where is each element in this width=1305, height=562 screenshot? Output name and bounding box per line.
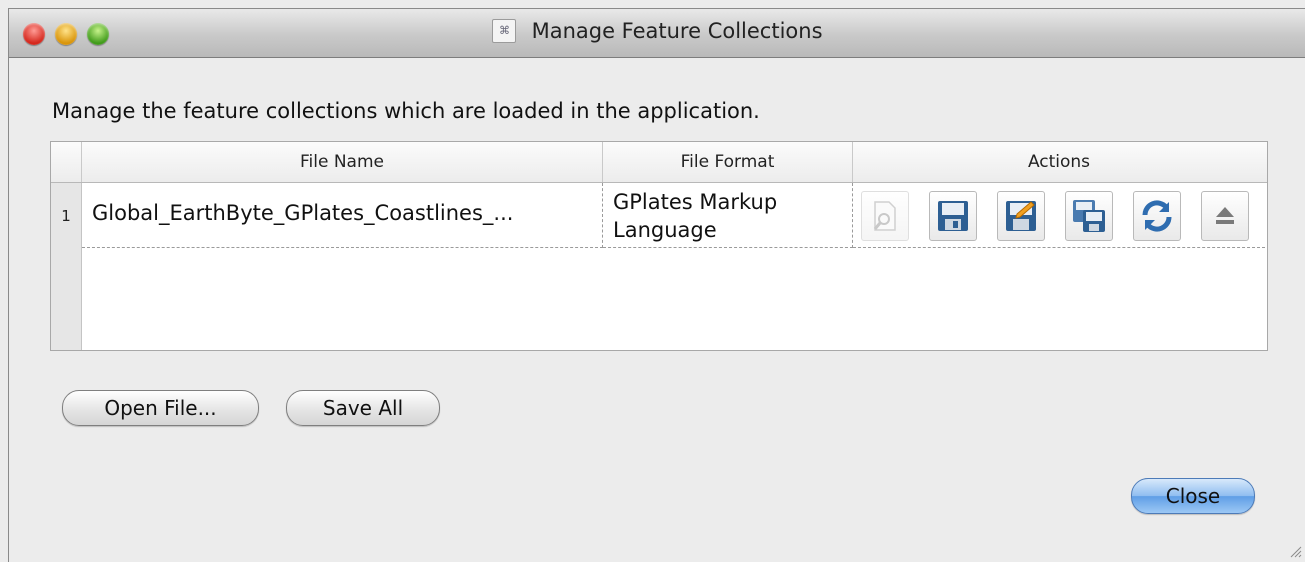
edit-configuration-button[interactable] <box>861 191 909 241</box>
file-format-text: GPlates Markup Language <box>613 190 778 242</box>
row-number: 1 <box>61 207 71 225</box>
column-header-file-name[interactable]: File Name <box>82 142 603 182</box>
reload-button[interactable] <box>1133 191 1181 241</box>
save-all-button[interactable]: Save All <box>286 390 440 426</box>
open-file-button[interactable]: Open File... <box>62 390 259 426</box>
header-corner <box>51 142 82 182</box>
dialog-description: Manage the feature collections which are… <box>52 99 760 123</box>
column-header-file-format[interactable]: File Format <box>603 142 853 182</box>
file-format-cell[interactable]: GPlates Markup Language <box>603 183 853 248</box>
manage-feature-collections-dialog: ⌘ Manage Feature Collections Manage the … <box>8 8 1305 562</box>
column-header-actions[interactable]: Actions <box>853 142 1265 182</box>
save-as-icon <box>1006 201 1036 231</box>
close-button[interactable]: Close <box>1131 478 1255 514</box>
table-header: File Name File Format Actions <box>51 142 1267 183</box>
save-icon <box>938 201 968 231</box>
app-icon: ⌘ <box>492 19 517 43</box>
reload-icon <box>1142 200 1172 232</box>
save-as-button[interactable] <box>997 191 1045 241</box>
edit-configuration-icon <box>873 201 896 231</box>
unload-button[interactable] <box>1201 191 1249 241</box>
save-button[interactable] <box>929 191 977 241</box>
file-name-cell[interactable]: Global_EarthByte_GPlates_Coastlines_... <box>82 183 603 248</box>
actions-cell <box>853 183 1265 248</box>
table-row[interactable]: 1 Global_EarthByte_GPlates_Coastlines_..… <box>51 183 1267 249</box>
save-copy-icon <box>1073 200 1105 232</box>
feature-collections-table: File Name File Format Actions 1 Global_E… <box>50 141 1268 351</box>
save-copy-button[interactable] <box>1065 191 1113 241</box>
window-title: Manage Feature Collections <box>531 19 823 43</box>
title-bar: ⌘ Manage Feature Collections <box>9 9 1305 58</box>
unload-icon <box>1216 207 1234 224</box>
resize-grip-icon[interactable] <box>1286 542 1302 558</box>
file-name-text: Global_EarthByte_GPlates_Coastlines_... <box>92 201 514 225</box>
